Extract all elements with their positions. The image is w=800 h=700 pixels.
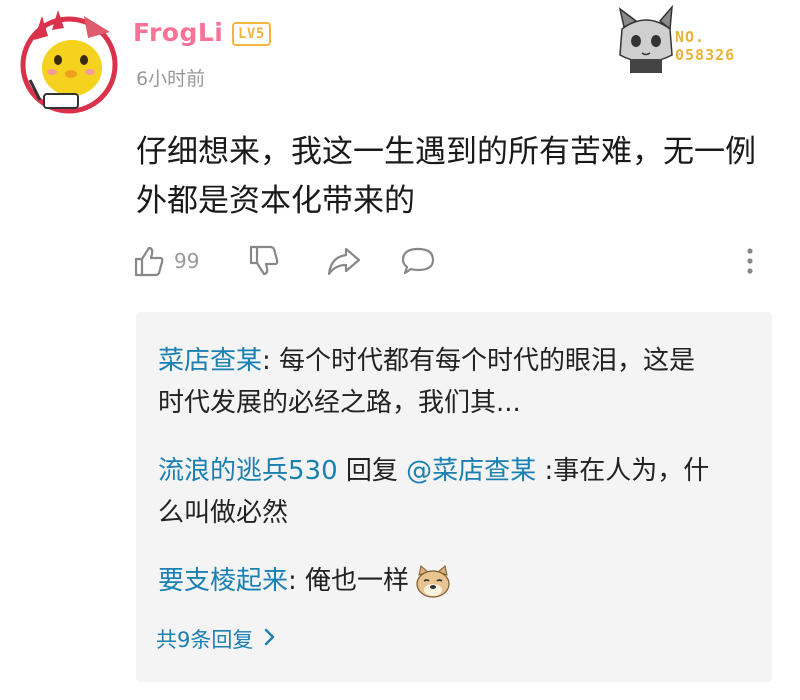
reply-list: 菜店查某: 每个时代都有每个时代的眼泪，这是时代发展的必经之路，我们其... 流… <box>136 312 772 682</box>
reply-mention[interactable]: @菜店查某 <box>406 456 536 486</box>
reply-button[interactable] <box>400 244 436 278</box>
like-button[interactable]: 99 <box>132 244 199 278</box>
doge-emoji-icon <box>413 564 453 599</box>
avatar[interactable] <box>14 8 124 118</box>
more-options-button[interactable] <box>744 244 756 278</box>
view-all-replies-link[interactable]: 共9条回复 <box>156 624 275 654</box>
reply-text: : 俺也一样 <box>288 566 410 596</box>
reply-item[interactable]: 菜店查某: 每个时代都有每个时代的眼泪，这是时代发展的必经之路，我们其... <box>158 340 718 424</box>
reply-username[interactable]: 要支棱起来 <box>158 566 288 596</box>
reply-word: 回复 <box>337 456 407 486</box>
dislike-button[interactable] <box>247 244 281 278</box>
share-arrow-icon <box>326 244 362 278</box>
thumbs-up-icon <box>132 244 166 278</box>
reply-username[interactable]: 菜店查某 <box>158 346 262 376</box>
reply-item[interactable]: 流浪的逃兵530 回复 @菜店查某 :事在人为，什么叫做必然 <box>158 450 718 534</box>
thumbs-down-icon <box>247 244 281 278</box>
share-button[interactable] <box>326 244 362 278</box>
fan-badge-character-icon <box>618 4 673 73</box>
comment-actions: 99 <box>132 244 772 284</box>
speech-bubble-icon <box>400 244 436 278</box>
level-badge: LV5 <box>232 22 271 46</box>
fan-badge-number: NO. 058326 <box>675 28 736 64</box>
comment-content: 仔细想来，我这一生遇到的所有苦难，无一例外都是资本化带来的 <box>136 134 756 219</box>
reply-username[interactable]: 流浪的逃兵530 <box>158 456 338 486</box>
vertical-ellipsis-icon <box>744 244 756 278</box>
reply-item[interactable]: 要支棱起来: 俺也一样 <box>158 560 718 602</box>
username[interactable]: FrogLi <box>133 18 223 47</box>
view-all-replies-label: 共9条回复 <box>156 628 254 652</box>
comment-time: 6小时前 <box>136 68 206 90</box>
like-count: 99 <box>174 249 200 273</box>
chevron-right-icon <box>263 627 275 651</box>
